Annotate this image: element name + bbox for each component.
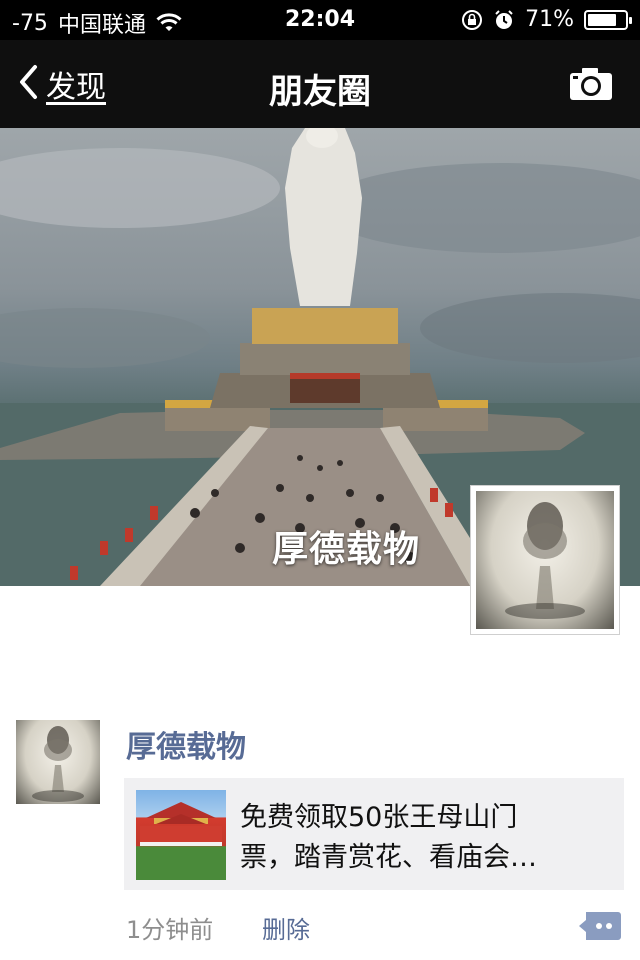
alarm-icon: [493, 9, 515, 31]
profile-avatar[interactable]: [470, 485, 620, 635]
rotation-lock-icon: [461, 9, 483, 31]
shared-link-card[interactable]: 免费领取50张王母山门 票，踏青赏花、看庙会…: [124, 778, 624, 890]
shared-link-title-line2: 票，踏青赏花、看庙会…: [240, 842, 537, 873]
status-bar: -75 中国联通 22:04 71%: [0, 0, 640, 40]
cover-username: 厚德载物: [272, 529, 421, 570]
shared-link-title-line1: 免费领取50张王母山门: [240, 802, 518, 833]
comment-icon: [578, 912, 622, 948]
nav-bar: 发现 朋友圈: [0, 40, 640, 128]
page-title: 朋友圈: [269, 72, 371, 112]
camera-icon: [568, 68, 614, 106]
delete-button[interactable]: 删除: [262, 910, 310, 945]
shared-link-title: 免费领取50张王母山门 票，踏青赏花、看庙会…: [240, 798, 600, 878]
battery-icon: [584, 9, 632, 30]
shared-link-thumbnail: [136, 790, 226, 880]
post-timestamp: 1分钟前: [126, 916, 214, 944]
post-author-avatar[interactable]: [16, 720, 100, 804]
camera-button[interactable]: [568, 66, 614, 106]
comment-button[interactable]: [578, 908, 622, 948]
battery-percent: 71%: [525, 7, 574, 32]
post-author-name[interactable]: 厚德载物: [126, 722, 246, 766]
